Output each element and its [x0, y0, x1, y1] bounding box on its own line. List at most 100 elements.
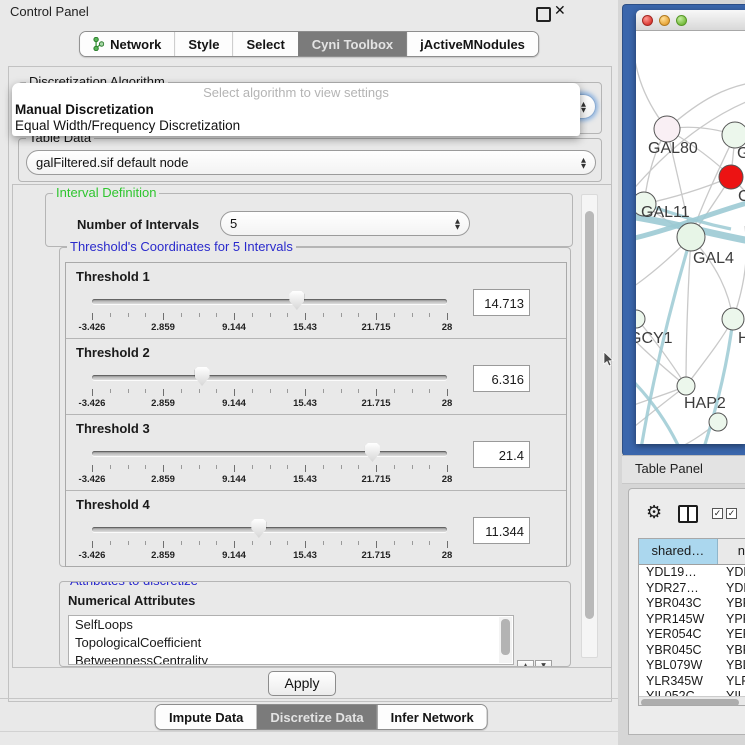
table-row[interactable]: YDL19…YDL1: [639, 565, 745, 581]
tick-label: 21.715: [354, 550, 398, 561]
cell-name[interactable]: YBL0: [718, 658, 745, 674]
cell-shared-name[interactable]: YER054C: [639, 627, 718, 643]
network-edge: [686, 237, 691, 386]
network-node-gal80[interactable]: [654, 116, 680, 142]
apply-button[interactable]: Apply: [268, 671, 336, 696]
list-item-betweennesscentrality[interactable]: BetweennessCentrality: [69, 652, 513, 665]
cell-name[interactable]: YBR0: [718, 596, 745, 612]
threshold-value-field[interactable]: 11.344: [473, 517, 530, 544]
tab-cyni-toolbox[interactable]: Cyni Toolbox: [298, 32, 406, 56]
column-header-shared-name[interactable]: shared…: [639, 539, 718, 564]
list-item-selfloops[interactable]: SelfLoops: [69, 616, 513, 634]
number-of-intervals-value: 5: [230, 216, 237, 231]
numerical-attributes-label: Numerical Attributes: [68, 593, 195, 608]
network-node-h[interactable]: [722, 308, 744, 330]
tick-mark: [323, 541, 324, 545]
slider-track[interactable]: [92, 451, 447, 456]
tick-label: -3.426: [70, 398, 114, 409]
tab-style[interactable]: Style: [174, 32, 232, 56]
network-node-hap2[interactable]: [677, 377, 695, 395]
threshold-value-field[interactable]: 21.4: [473, 441, 530, 468]
network-node-gal4[interactable]: [677, 223, 705, 251]
tick-mark: [447, 465, 448, 472]
cell-name[interactable]: YBR0: [718, 643, 745, 659]
table-panel-title: Table Panel: [635, 456, 703, 482]
close-icon[interactable]: ✕: [554, 3, 566, 19]
threshold-label: Threshold 4: [76, 497, 150, 512]
slider-track[interactable]: [92, 375, 447, 380]
algorithm-option-equal-width-frequency-discretization[interactable]: Equal Width/Frequency Discretization: [12, 118, 580, 134]
cell-shared-name[interactable]: YLR345W: [639, 674, 718, 690]
table-row[interactable]: YBR045CYBR0: [639, 643, 745, 659]
table-row[interactable]: YBR043CYBR0: [639, 596, 745, 612]
scroll-up-button[interactable]: ▲: [517, 660, 534, 667]
slider-thumb[interactable]: [365, 443, 380, 462]
tab-jactivemnodules[interactable]: jActiveMNodules: [406, 32, 538, 56]
panel-scrollbar[interactable]: [581, 194, 598, 658]
cell-name[interactable]: YDL1: [718, 565, 745, 581]
list-item-topologicalcoefficient[interactable]: TopologicalCoefficient: [69, 634, 513, 652]
tab-select[interactable]: Select: [232, 32, 297, 56]
cell-shared-name[interactable]: YIL052C: [639, 689, 718, 696]
network-canvas[interactable]: GAL80GCGAL11GAL4GCY1HHAP2: [636, 31, 745, 444]
tab-impute-data[interactable]: Impute Data: [156, 705, 256, 729]
algorithm-option-manual-discretization[interactable]: Manual Discretization: [12, 102, 580, 118]
tab-infer-network[interactable]: Infer Network: [377, 705, 487, 729]
table-row[interactable]: YDR27…YDR2: [639, 581, 745, 597]
checkbox-icon[interactable]: ✓: [726, 508, 737, 519]
cell-name[interactable]: YPR1: [718, 612, 745, 628]
minimize-traffic-light[interactable]: [659, 15, 670, 26]
split-table-icon[interactable]: [678, 505, 698, 523]
table-row[interactable]: YLR345WYLR3: [639, 674, 745, 690]
column-header-name[interactable]: n: [718, 539, 745, 564]
cell-shared-name[interactable]: YBR043C: [639, 596, 718, 612]
float-window-icon[interactable]: [536, 7, 551, 22]
close-traffic-light[interactable]: [642, 15, 653, 26]
cell-shared-name[interactable]: YBR045C: [639, 643, 718, 659]
cell-name[interactable]: YIL0: [718, 689, 745, 696]
cell-shared-name[interactable]: YDR27…: [639, 581, 718, 597]
cell-shared-name[interactable]: YPR145W: [639, 612, 718, 628]
tick-mark: [305, 541, 306, 548]
number-of-intervals-combobox[interactable]: 5 ▲▼: [220, 211, 470, 236]
table-row[interactable]: YPR145WYPR1: [639, 612, 745, 628]
threshold-value-field[interactable]: 6.316: [473, 365, 530, 392]
network-node[interactable]: [709, 413, 727, 431]
cell-shared-name[interactable]: YBL079W: [639, 658, 718, 674]
table-horizontal-scrollbar[interactable]: [639, 696, 745, 706]
numerical-attributes-list[interactable]: SelfLoopsTopologicalCoefficientBetweenne…: [68, 615, 514, 665]
tab-network[interactable]: Network: [80, 32, 174, 56]
network-node-c[interactable]: [719, 165, 743, 189]
checkbox-icon[interactable]: ✓: [712, 508, 723, 519]
list-scrollbar[interactable]: [499, 617, 512, 663]
node-label: H: [738, 330, 745, 347]
slider-thumb[interactable]: [195, 367, 210, 386]
cell-shared-name[interactable]: YDL19…: [639, 565, 718, 581]
threshold-panel-3: Threshold 3-3.4262.8599.14415.4321.71528…: [66, 415, 566, 491]
cell-name[interactable]: YER0: [718, 627, 745, 643]
threshold-value-field[interactable]: 14.713: [473, 289, 530, 316]
tab-label: jActiveMNodules: [420, 37, 525, 52]
node-label: G: [737, 145, 745, 162]
table-data-combobox[interactable]: galFiltered.sif default node ▲▼: [26, 150, 596, 175]
cell-name[interactable]: YLR3: [718, 674, 745, 690]
slider-track[interactable]: [92, 527, 447, 532]
slider-thumb[interactable]: [251, 519, 266, 538]
cell-name[interactable]: YDR2: [718, 581, 745, 597]
node-table: shared… n YDL19…YDL1YDR27…YDR2YBR043CYBR…: [638, 538, 745, 706]
divider: [0, 731, 618, 732]
table-body: YDL19…YDL1YDR27…YDR2YBR043CYBR0YPR145WYP…: [639, 565, 745, 696]
control-panel-titlebar: Control Panel ✕: [0, 0, 618, 24]
network-node-gcy1[interactable]: [636, 310, 645, 328]
table-row[interactable]: YIL052CYIL0: [639, 689, 745, 696]
scroll-down-button[interactable]: ▼: [535, 660, 552, 667]
slider-track[interactable]: [92, 299, 447, 304]
tab-discretize-data[interactable]: Discretize Data: [256, 705, 376, 729]
zoom-traffic-light[interactable]: [676, 15, 687, 26]
network-window-titlebar[interactable]: [636, 10, 745, 31]
tick-mark: [145, 465, 146, 469]
table-row[interactable]: YER054CYER0: [639, 627, 745, 643]
gear-icon[interactable]: ⚙: [646, 502, 662, 523]
slider-thumb[interactable]: [289, 291, 304, 310]
table-row[interactable]: YBL079WYBL0: [639, 658, 745, 674]
